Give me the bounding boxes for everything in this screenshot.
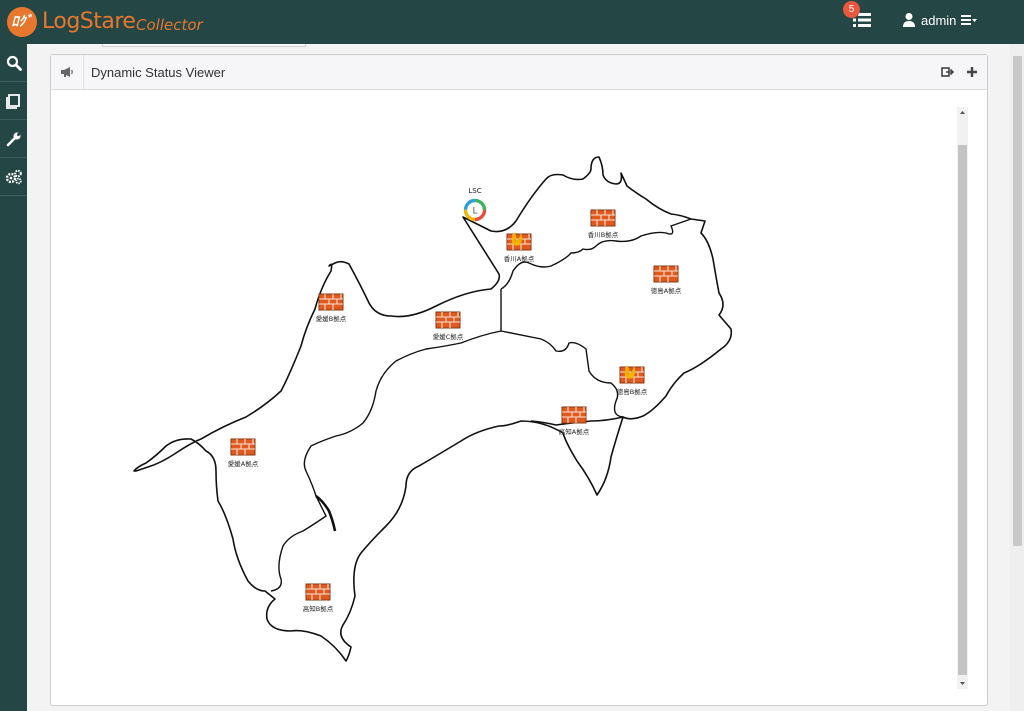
panel-title: Dynamic Status Viewer <box>91 65 226 80</box>
node-label: 愛媛C拠点 <box>432 333 464 341</box>
menu-caret-icon <box>961 15 978 25</box>
node-label: 徳島B拠点 <box>616 388 648 396</box>
node-label: 徳島A拠点 <box>650 287 682 295</box>
firewall-icon <box>318 293 344 311</box>
notification-badge: 5 <box>843 1 860 18</box>
page-scroll-thumb[interactable] <box>1013 56 1022 546</box>
node-label: 愛媛A拠点 <box>227 460 259 468</box>
user-icon <box>903 13 915 27</box>
map-scrollbar[interactable] <box>957 107 968 689</box>
node-label: 高知A拠点 <box>558 428 590 436</box>
scroll-down-icon[interactable] <box>957 677 968 689</box>
book-icon <box>5 93 20 109</box>
page-tabs <box>102 44 306 47</box>
node-ehime-a[interactable]: 愛媛A拠点 <box>208 436 278 468</box>
collector-ring-icon: L <box>463 198 487 222</box>
megaphone-icon <box>61 67 73 77</box>
panel-header-divider <box>83 55 84 90</box>
firewall-alert-icon <box>619 365 645 384</box>
node-ehime-c[interactable]: 愛媛C拠点 <box>413 309 483 341</box>
node-kagawa-b[interactable]: 香川B拠点 <box>568 207 638 239</box>
panel-header: Dynamic Status Viewer <box>51 55 987 90</box>
svg-text:L: L <box>472 207 477 217</box>
sidebar-item-tools[interactable] <box>0 120 27 158</box>
firewall-icon <box>230 438 256 456</box>
node-kochi-b[interactable]: 高知B拠点 <box>283 581 353 613</box>
node-tokushima-a[interactable]: 徳島A拠点 <box>631 263 701 295</box>
top-navbar: ﾛｸﾞ LogStare Collector 5 admin <box>0 0 1024 44</box>
firewall-alert-icon <box>506 232 532 251</box>
firewall-icon <box>435 311 461 329</box>
node-kagawa-a[interactable]: 香川A拠点 <box>484 231 554 263</box>
sidebar <box>0 44 27 711</box>
firewall-icon <box>590 209 616 227</box>
node-kochi-a[interactable]: 高知A拠点 <box>539 404 609 436</box>
node-tokushima-b[interactable]: 徳島B拠点 <box>597 364 667 396</box>
map-canvas: LSC L 香川A拠点 香川B拠点 徳島A拠点 愛媛B拠点 愛媛C拠点 徳島B拠… <box>51 91 987 705</box>
app-name: LogStare <box>42 9 136 34</box>
app-subtitle: Collector <box>136 16 203 34</box>
export-icon[interactable] <box>941 65 955 79</box>
sidebar-item-settings[interactable] <box>0 158 27 196</box>
collector-node-lsc[interactable]: LSC L <box>455 187 495 223</box>
node-label: 香川A拠点 <box>503 255 535 263</box>
page-scrollbar[interactable] <box>1010 44 1024 711</box>
dynamic-status-viewer-panel: Dynamic Status Viewer LSC L 香川A拠点 香川B拠点 … <box>50 54 988 706</box>
plus-icon[interactable] <box>965 65 979 79</box>
scroll-up-icon[interactable] <box>957 107 968 119</box>
scroll-thumb[interactable] <box>958 145 967 675</box>
user-menu[interactable]: admin <box>902 10 978 30</box>
shikoku-map <box>133 156 733 662</box>
gears-icon <box>5 169 22 184</box>
node-label: 高知B拠点 <box>302 605 334 613</box>
user-name: admin <box>921 12 957 28</box>
logo-mark: ﾛｸﾞ <box>7 7 37 37</box>
firewall-icon <box>561 406 587 424</box>
wrench-icon <box>6 132 20 146</box>
collector-label: LSC <box>468 187 482 195</box>
firewall-icon <box>653 265 679 283</box>
node-ehime-b[interactable]: 愛媛B拠点 <box>296 291 366 323</box>
sidebar-item-search[interactable] <box>0 44 27 82</box>
firewall-icon <box>305 583 331 601</box>
sidebar-item-docs[interactable] <box>0 82 27 120</box>
node-label: 愛媛B拠点 <box>315 315 347 323</box>
search-icon <box>6 55 22 71</box>
node-label: 香川B拠点 <box>587 231 619 239</box>
shikoku-outline <box>133 156 733 662</box>
